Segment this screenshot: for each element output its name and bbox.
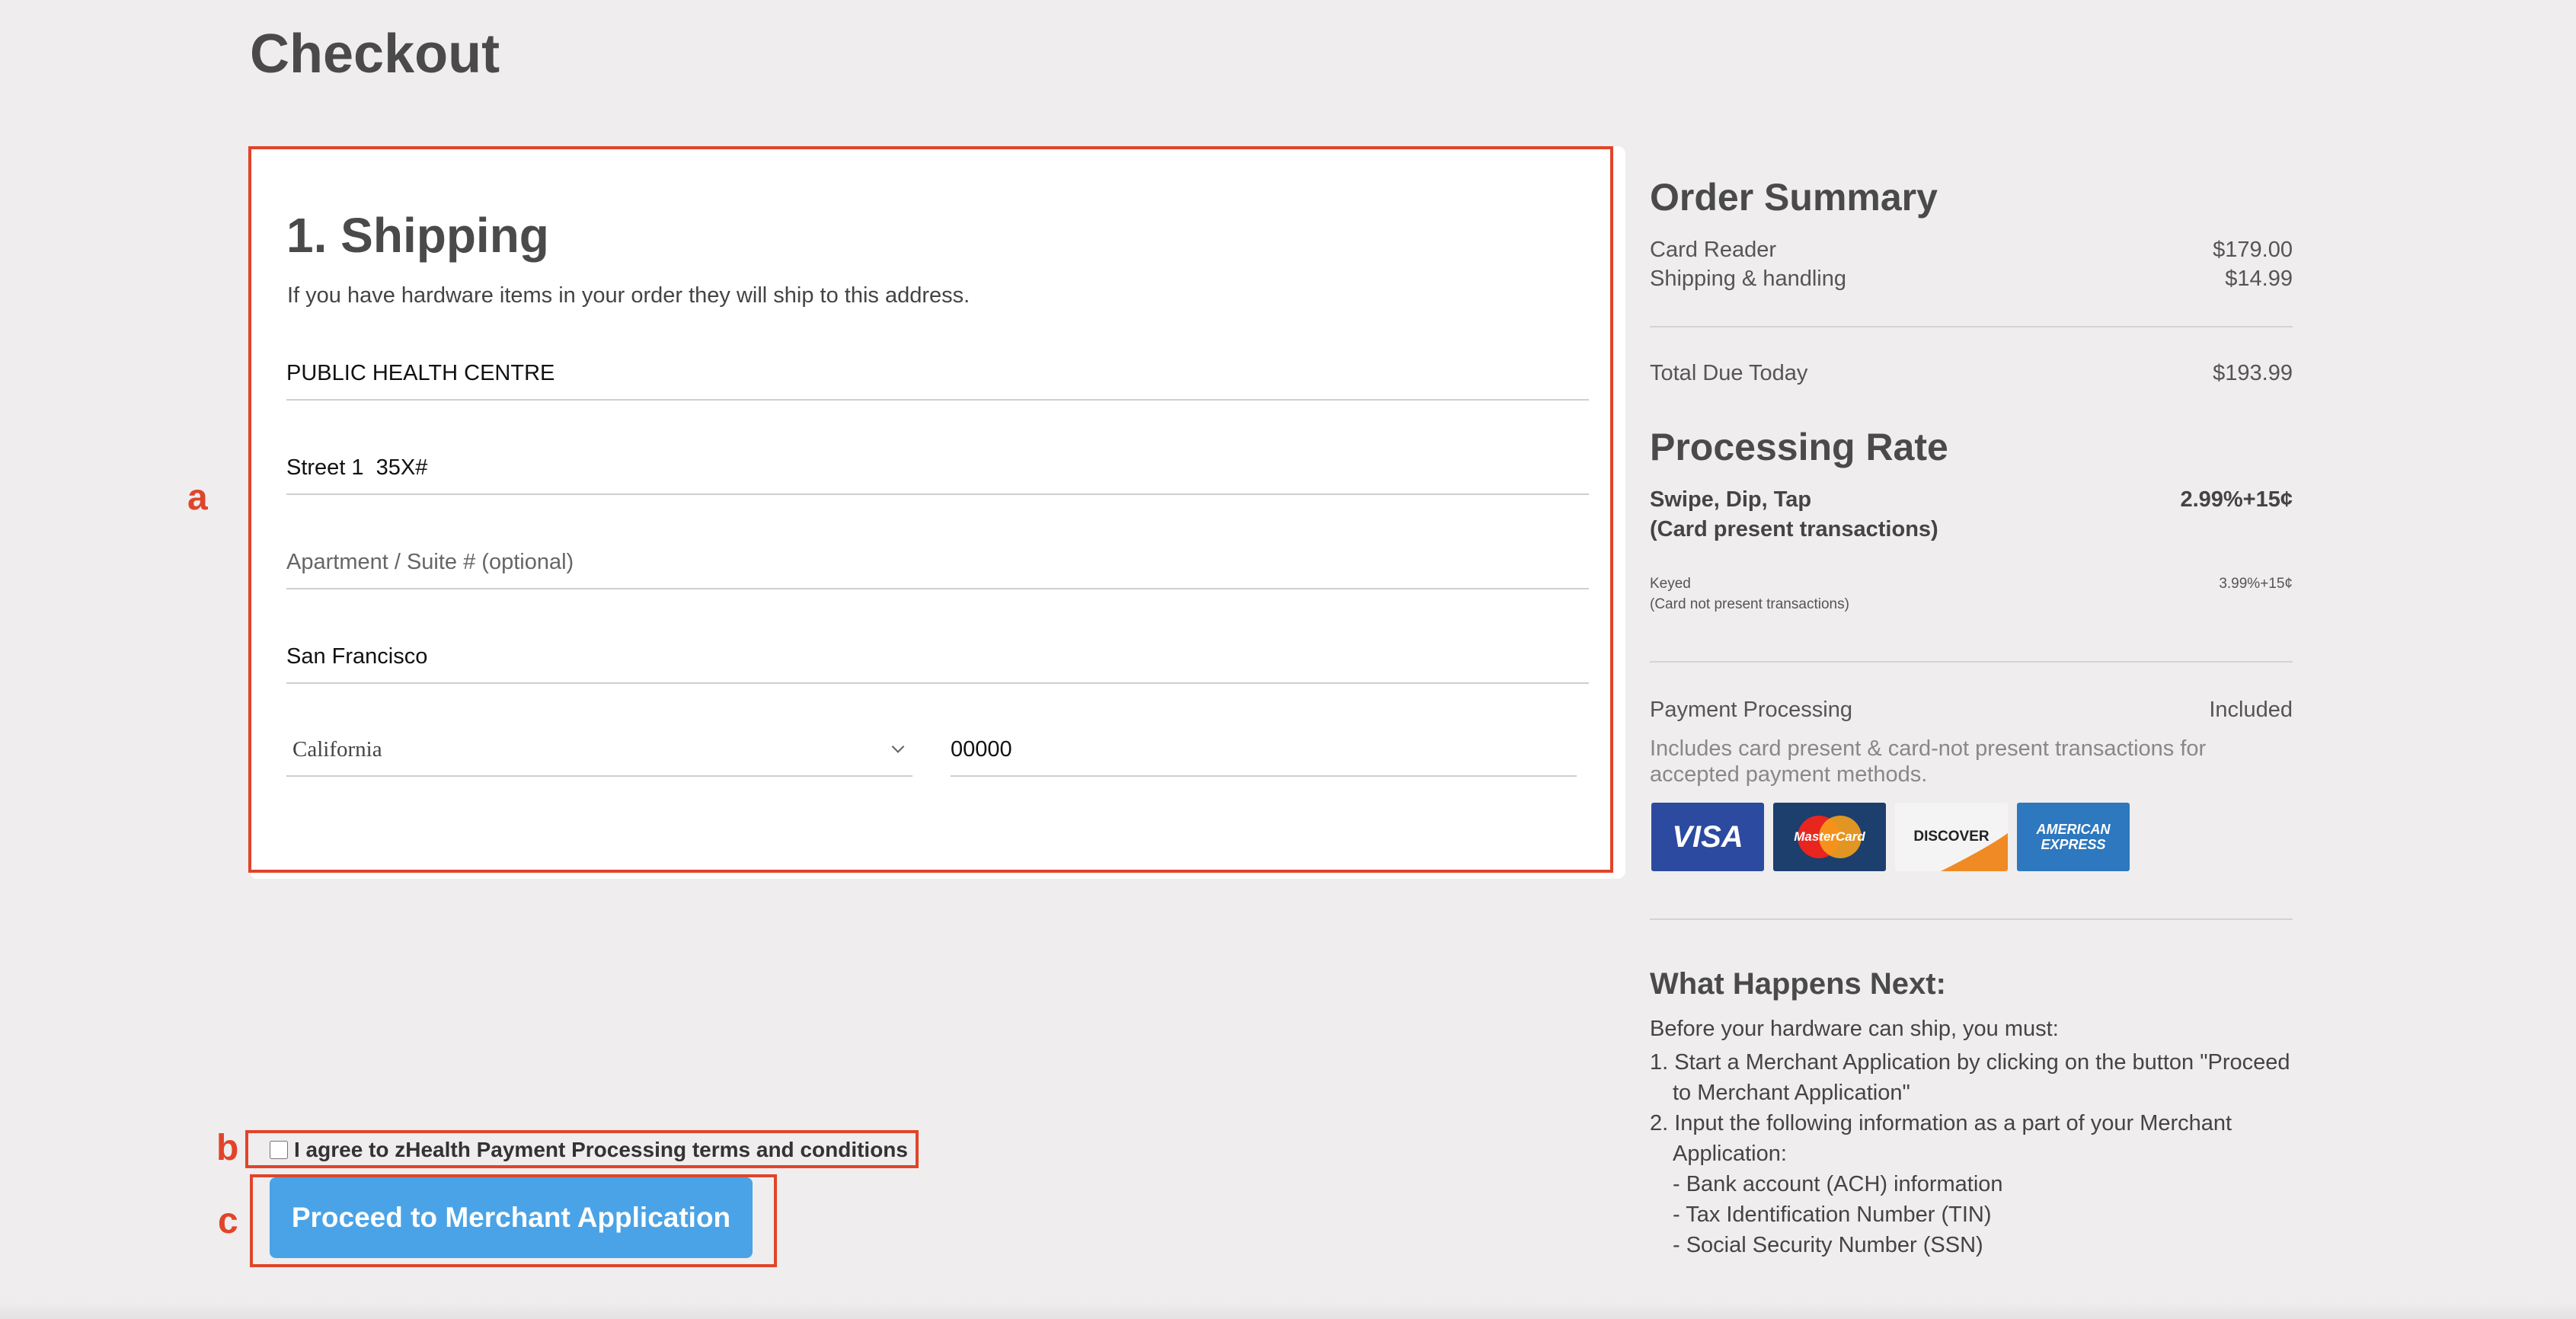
discover-logo: DISCOVER (1895, 803, 2008, 871)
divider (1650, 918, 2293, 920)
divider (1650, 326, 2293, 327)
swipe-label-line2: (Card present transactions) (1650, 517, 1938, 541)
payment-processing-value: Included (2209, 698, 2293, 722)
proceed-to-merchant-application-button[interactable]: Proceed to Merchant Application (270, 1177, 753, 1258)
next-step-2-line2: Application: (1673, 1142, 1787, 1166)
shipping-street-field[interactable] (286, 442, 1589, 495)
zip-field[interactable] (951, 723, 1577, 777)
summary-item-label: Shipping & handling (1650, 267, 1846, 291)
shipping-city-field[interactable] (286, 631, 1589, 684)
shipping-city-input[interactable] (286, 631, 1589, 682)
swipe-rate: 2.99%+15¢ (2180, 487, 2293, 512)
shipping-apartment-input[interactable] (286, 536, 1589, 588)
next-step-1-line2: to Merchant Application" (1673, 1081, 1910, 1105)
terms-agreement[interactable]: I agree to zHealth Payment Processing te… (270, 1138, 908, 1162)
bottom-shade (0, 1302, 2576, 1319)
next-steps-panel: What Happens Next: Before your hardware … (1650, 967, 2293, 1287)
next-step-2-line1: 2. Input the following information as a … (1650, 1111, 2232, 1135)
order-summary-title: Order Summary (1650, 176, 1938, 219)
annotation-label-c: c (218, 1201, 238, 1241)
processing-rate-title: Processing Rate (1650, 426, 1948, 468)
terms-checkbox[interactable] (270, 1141, 288, 1159)
total-amount: $193.99 (2213, 361, 2293, 385)
summary-row-shipping: Shipping & handling $14.99 (1650, 267, 2293, 292)
next-steps-title: What Happens Next: (1650, 967, 1946, 1001)
next-steps-intro: Before your hardware can ship, you must: (1650, 1017, 2059, 1041)
summary-row-card-reader: Card Reader $179.00 (1650, 238, 2293, 263)
next-step-sub-3: - Social Security Number (SSN) (1673, 1233, 1983, 1257)
total-label: Total Due Today (1650, 361, 1808, 385)
chevron-down-icon (891, 745, 905, 753)
visa-logo: VISA (1651, 803, 1764, 871)
shipping-street-input[interactable] (286, 442, 1589, 493)
summary-item-amount: $179.00 (2213, 238, 2293, 262)
annotation-label-a: a (187, 477, 208, 518)
summary-item-amount: $14.99 (2225, 267, 2293, 291)
next-step-1-line1: 1. Start a Merchant Application by click… (1650, 1050, 2290, 1075)
summary-row-total: Total Due Today $193.99 (1650, 361, 2293, 386)
mastercard-logo: MasterCard (1773, 803, 1886, 871)
terms-label: I agree to zHealth Payment Processing te… (294, 1138, 908, 1161)
shipping-apartment-field[interactable] (286, 536, 1589, 589)
zip-input[interactable] (951, 723, 1577, 775)
divider (1650, 661, 2293, 663)
payment-processing-label: Payment Processing (1650, 698, 1852, 722)
shipping-title: 1. Shipping (286, 208, 549, 263)
shipping-subtitle: If you have hardware items in your order… (287, 283, 970, 308)
keyed-label-line2: (Card not present transactions) (1650, 596, 1849, 612)
state-select-value: California (292, 737, 382, 762)
shipping-name-field[interactable] (286, 347, 1589, 401)
state-select[interactable]: California (286, 723, 912, 777)
keyed-rate: 3.99%+15¢ (2219, 576, 2293, 592)
next-step-sub-1: - Bank account (ACH) information (1673, 1172, 2003, 1196)
rate-row-keyed: Keyed (Card not present transactions) 3.… (1650, 576, 2293, 613)
page-title: Checkout (250, 24, 500, 85)
annotation-label-b: b (216, 1128, 239, 1168)
summary-item-label: Card Reader (1650, 238, 1777, 262)
next-step-sub-2: - Tax Identification Number (TIN) (1673, 1202, 1992, 1227)
payment-processing-note: Includes card present & card-not present… (1650, 736, 2207, 787)
keyed-label-line1: Keyed (1650, 576, 1691, 592)
amex-logo: AMERICAN EXPRESS (2017, 803, 2130, 871)
shipping-name-input[interactable] (286, 347, 1589, 399)
payment-processing-row: Payment Processing Included (1650, 698, 2293, 723)
rate-row-swipe: Swipe, Dip, Tap (Card present transactio… (1650, 487, 2293, 542)
